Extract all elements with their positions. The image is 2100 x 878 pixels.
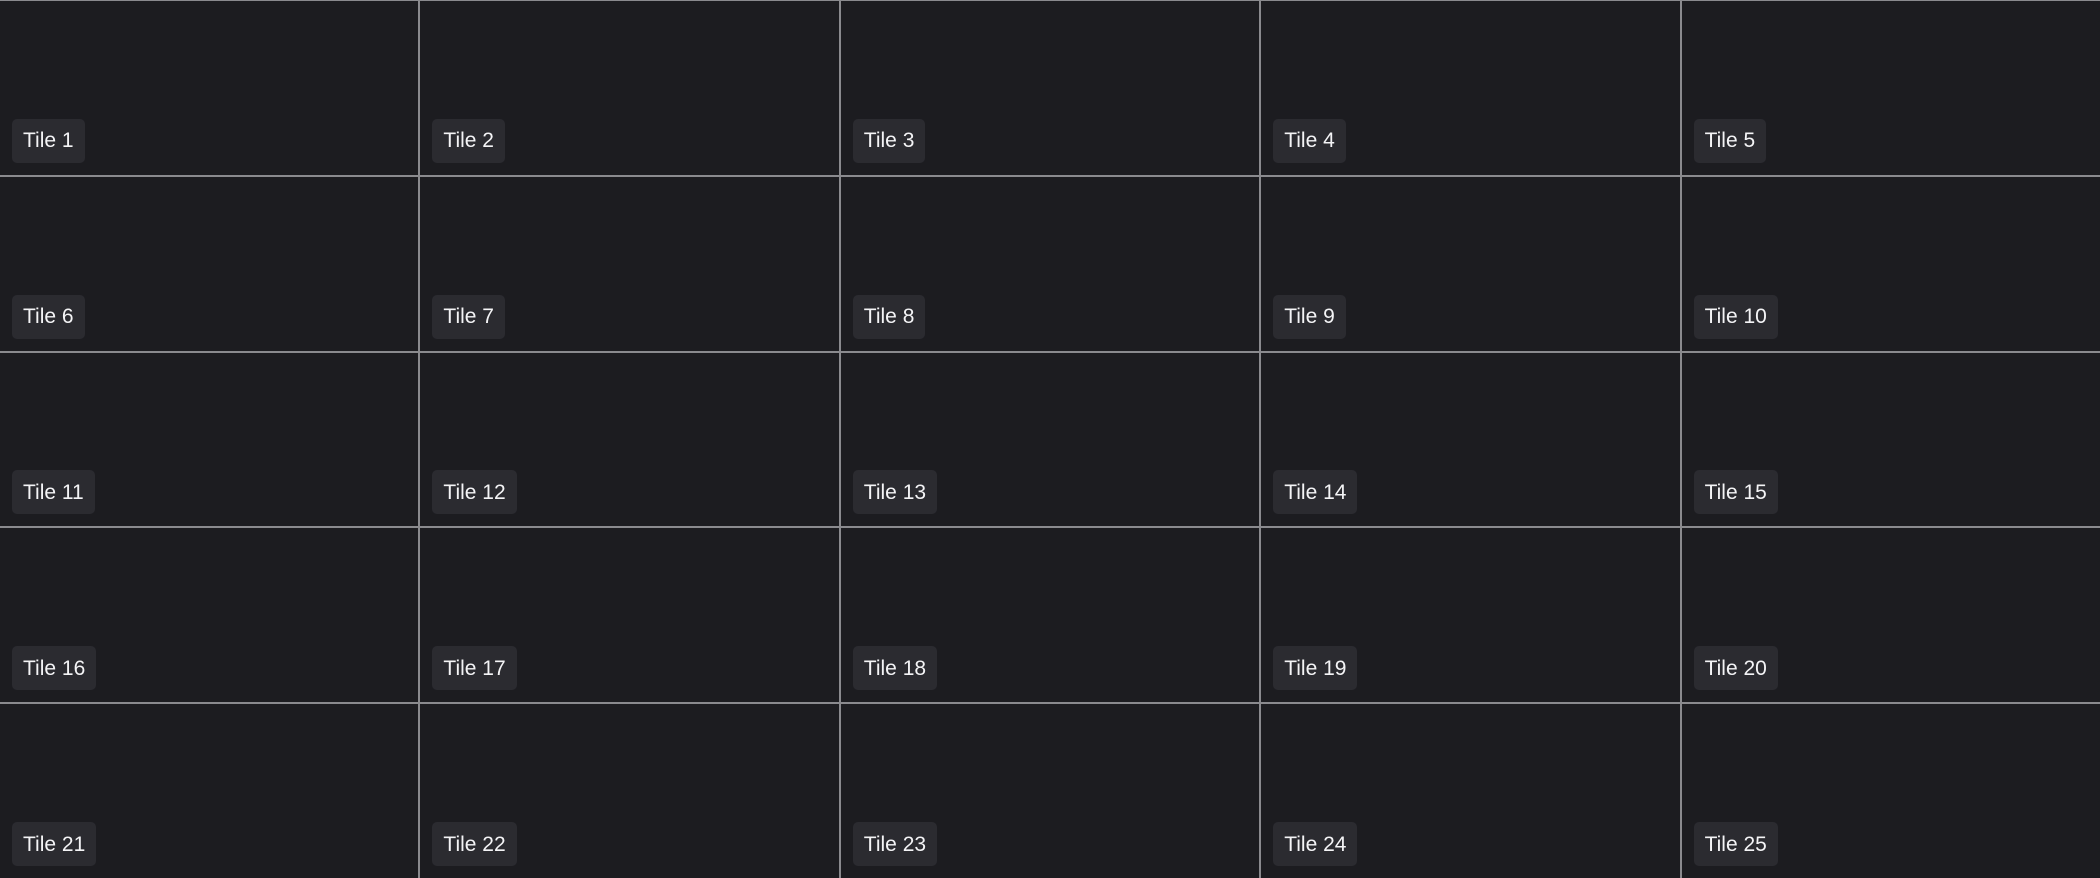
tile-label: Tile 7 xyxy=(432,294,505,339)
tile[interactable]: Tile 25 xyxy=(1681,704,2100,878)
tile-label: Tile 10 xyxy=(1693,294,1778,339)
tile[interactable]: Tile 11 xyxy=(0,352,419,527)
tile-label: Tile 22 xyxy=(432,822,517,866)
tile[interactable]: Tile 10 xyxy=(1681,176,2100,351)
tile-grid: Tile 1 Tile 2 Tile 3 Tile 4 Tile 5 Tile … xyxy=(0,0,2100,878)
tile-label: Tile 21 xyxy=(12,822,97,866)
tile-label: Tile 8 xyxy=(852,294,926,339)
tile-label: Tile 15 xyxy=(1693,470,1778,515)
tile[interactable]: Tile 9 xyxy=(1261,176,1680,351)
tile-label: Tile 2 xyxy=(432,118,505,163)
tile-label: Tile 20 xyxy=(1693,646,1778,691)
tile[interactable]: Tile 18 xyxy=(840,528,1260,703)
tile-label: Tile 17 xyxy=(432,646,517,691)
tile[interactable]: Tile 13 xyxy=(840,352,1260,527)
tile[interactable]: Tile 21 xyxy=(0,704,419,878)
tile-label: Tile 5 xyxy=(1693,118,1767,163)
tile[interactable]: Tile 5 xyxy=(1681,1,2100,175)
tile-label: Tile 16 xyxy=(12,646,97,691)
tile-label: Tile 18 xyxy=(852,646,938,691)
tile[interactable]: Tile 24 xyxy=(1261,704,1680,878)
tile-label: Tile 9 xyxy=(1273,294,1346,339)
tile[interactable]: Tile 14 xyxy=(1261,352,1680,527)
tile-label: Tile 14 xyxy=(1273,470,1358,515)
tile-label: Tile 19 xyxy=(1273,646,1358,691)
tile-label: Tile 12 xyxy=(432,470,517,515)
tile-label: Tile 6 xyxy=(12,294,85,339)
tile-label: Tile 23 xyxy=(852,822,938,866)
tile[interactable]: Tile 2 xyxy=(420,1,839,175)
tile[interactable]: Tile 8 xyxy=(840,176,1260,351)
tile[interactable]: Tile 1 xyxy=(0,1,419,175)
tile[interactable]: Tile 19 xyxy=(1261,528,1680,703)
tile[interactable]: Tile 22 xyxy=(420,704,839,878)
tile[interactable]: Tile 17 xyxy=(420,528,839,703)
tile[interactable]: Tile 4 xyxy=(1261,1,1680,175)
tile[interactable]: Tile 6 xyxy=(0,176,419,351)
tile[interactable]: Tile 16 xyxy=(0,528,419,703)
tile-label: Tile 25 xyxy=(1693,822,1778,866)
tile[interactable]: Tile 15 xyxy=(1681,352,2100,527)
tile-label: Tile 3 xyxy=(852,118,926,163)
tile-label: Tile 1 xyxy=(12,118,85,163)
tile[interactable]: Tile 20 xyxy=(1681,528,2100,703)
tile-label: Tile 24 xyxy=(1273,822,1358,866)
tile[interactable]: Tile 3 xyxy=(840,1,1260,175)
tile[interactable]: Tile 23 xyxy=(840,704,1260,878)
tile[interactable]: Tile 7 xyxy=(420,176,839,351)
tile[interactable]: Tile 12 xyxy=(420,352,839,527)
tile-label: Tile 13 xyxy=(852,470,938,515)
tile-label: Tile 4 xyxy=(1273,118,1346,163)
tile-label: Tile 11 xyxy=(12,470,95,515)
